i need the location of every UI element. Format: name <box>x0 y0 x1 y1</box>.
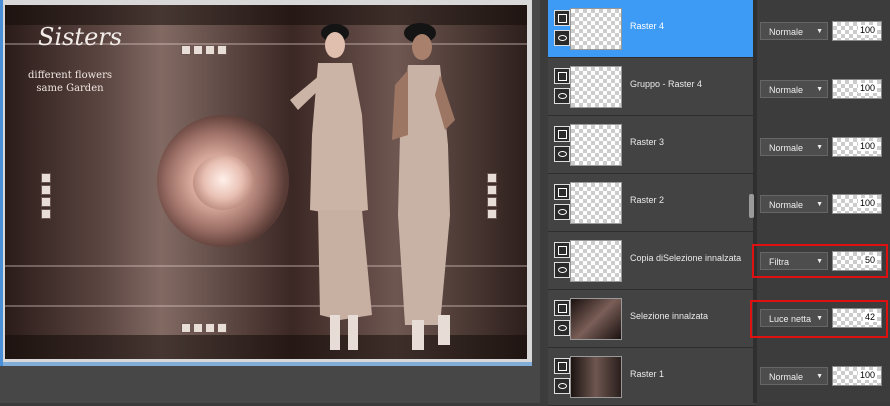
rose-center-graphic <box>193 155 253 210</box>
layer-row-raster-1[interactable]: Raster 1 <box>548 348 756 406</box>
layer-name: Raster 4 <box>630 21 665 31</box>
canvas-area: Sisters different flowers same Garden <box>0 0 540 403</box>
visibility-eye-icon[interactable] <box>554 262 570 278</box>
visibility-eye-icon[interactable] <box>554 146 570 162</box>
blend-mode-value: Normale <box>769 200 804 210</box>
opacity-field[interactable]: 100 <box>832 137 882 157</box>
layer-icon[interactable] <box>554 358 570 374</box>
artwork-subtitle: different flowers same Garden <box>25 69 115 95</box>
women-figures-graphic <box>290 23 455 350</box>
layer-name: Raster 1 <box>630 369 665 379</box>
artwork-title: Sisters <box>38 23 123 51</box>
visibility-eye-icon[interactable] <box>554 204 570 220</box>
layer-row-icons <box>554 358 570 398</box>
opacity-field[interactable]: 100 <box>832 366 882 386</box>
layer-thumbnail <box>570 298 622 340</box>
panel-splitter-handle[interactable] <box>749 194 754 218</box>
layer-icon[interactable] <box>554 300 570 316</box>
chevron-down-icon: ▼ <box>816 373 823 380</box>
layer-icon[interactable] <box>554 10 570 26</box>
layer-row-raster-3[interactable]: Raster 3 <box>548 116 756 174</box>
layer-thumbnail <box>570 124 622 166</box>
blend-mode-select[interactable]: Normale ▼ <box>760 195 828 213</box>
canvas-window-border <box>0 0 3 366</box>
layer-name: Copia diSelezione innalzata <box>630 253 742 263</box>
annotation-highlight-box <box>750 300 888 338</box>
opacity-field[interactable]: 100 <box>832 194 882 214</box>
layer-row-icons <box>554 10 570 50</box>
decor-square <box>41 197 51 207</box>
opacity-value: 100 <box>857 198 877 208</box>
layer-thumbnail <box>570 356 622 398</box>
opacity-value: 100 <box>857 141 877 151</box>
layer-row-icons <box>554 184 570 224</box>
opacity-field[interactable]: 100 <box>832 79 882 99</box>
artwork-subtitle-line2: same Garden <box>36 83 104 94</box>
visibility-eye-icon[interactable] <box>554 378 570 394</box>
layer-name: Raster 2 <box>630 195 665 205</box>
decor-square <box>205 323 215 333</box>
decor-square <box>217 45 227 55</box>
artwork-subtitle-line1: different flowers <box>27 70 113 81</box>
layer-thumbnail <box>570 8 622 50</box>
layer-row-icons <box>554 300 570 340</box>
blend-mode-value: Normale <box>769 372 804 382</box>
layer-row-copia-selezione[interactable]: Copia diSelezione innalzata <box>548 232 756 290</box>
layer-name: Gruppo - Raster 4 <box>630 79 703 89</box>
blend-mode-value: Normale <box>769 85 804 95</box>
layer-thumbnail <box>570 182 622 224</box>
layer-thumbnail <box>570 66 622 108</box>
opacity-value: 100 <box>857 370 877 380</box>
decor-square <box>41 173 51 183</box>
decor-square <box>217 323 227 333</box>
layer-row-raster-2[interactable]: Raster 2 <box>548 174 756 232</box>
layer-icon[interactable] <box>554 242 570 258</box>
layer-row-icons <box>554 126 570 166</box>
blend-mode-select[interactable]: Normale ▼ <box>760 367 828 385</box>
decor-square <box>205 45 215 55</box>
decor-square <box>41 185 51 195</box>
decor-square <box>193 323 203 333</box>
chevron-down-icon: ▼ <box>816 86 823 93</box>
annotation-highlight-box <box>752 244 888 278</box>
artwork-image[interactable]: Sisters different flowers same Garden <box>5 5 527 359</box>
decor-square <box>41 209 51 219</box>
chevron-down-icon: ▼ <box>816 144 823 151</box>
blend-mode-value: Normale <box>769 143 804 153</box>
opacity-value: 100 <box>857 83 877 93</box>
layer-name: Raster 3 <box>630 137 665 147</box>
blend-mode-select[interactable]: Normale ▼ <box>760 138 828 156</box>
layer-name: Selezione innalzata <box>630 311 709 321</box>
layer-row-icons <box>554 68 570 108</box>
layer-icon[interactable] <box>554 68 570 84</box>
blend-mode-value: Normale <box>769 27 804 37</box>
chevron-down-icon: ▼ <box>816 201 823 208</box>
decor-square <box>193 45 203 55</box>
blend-mode-select[interactable]: Normale ▼ <box>760 80 828 98</box>
layer-icon[interactable] <box>554 126 570 142</box>
layer-row-icons <box>554 242 570 282</box>
opacity-value: 100 <box>857 25 877 35</box>
canvas-window-border-bottom <box>0 362 532 366</box>
chevron-down-icon: ▼ <box>816 28 823 35</box>
layer-icon[interactable] <box>554 184 570 200</box>
decor-square <box>181 45 191 55</box>
layer-thumbnail <box>570 240 622 282</box>
opacity-field[interactable]: 100 <box>832 21 882 41</box>
visibility-eye-icon[interactable] <box>554 30 570 46</box>
canvas-window: Sisters different flowers same Garden <box>0 0 532 366</box>
decor-square <box>181 323 191 333</box>
visibility-eye-icon[interactable] <box>554 88 570 104</box>
layer-row-raster-4[interactable]: Raster 4 <box>548 0 756 58</box>
layer-row-selezione-innalzata[interactable]: Selezione innalzata <box>548 290 756 348</box>
layer-row-gruppo-raster-4[interactable]: Gruppo - Raster 4 <box>548 58 756 116</box>
visibility-eye-icon[interactable] <box>554 320 570 336</box>
blend-mode-select[interactable]: Normale ▼ <box>760 22 828 40</box>
